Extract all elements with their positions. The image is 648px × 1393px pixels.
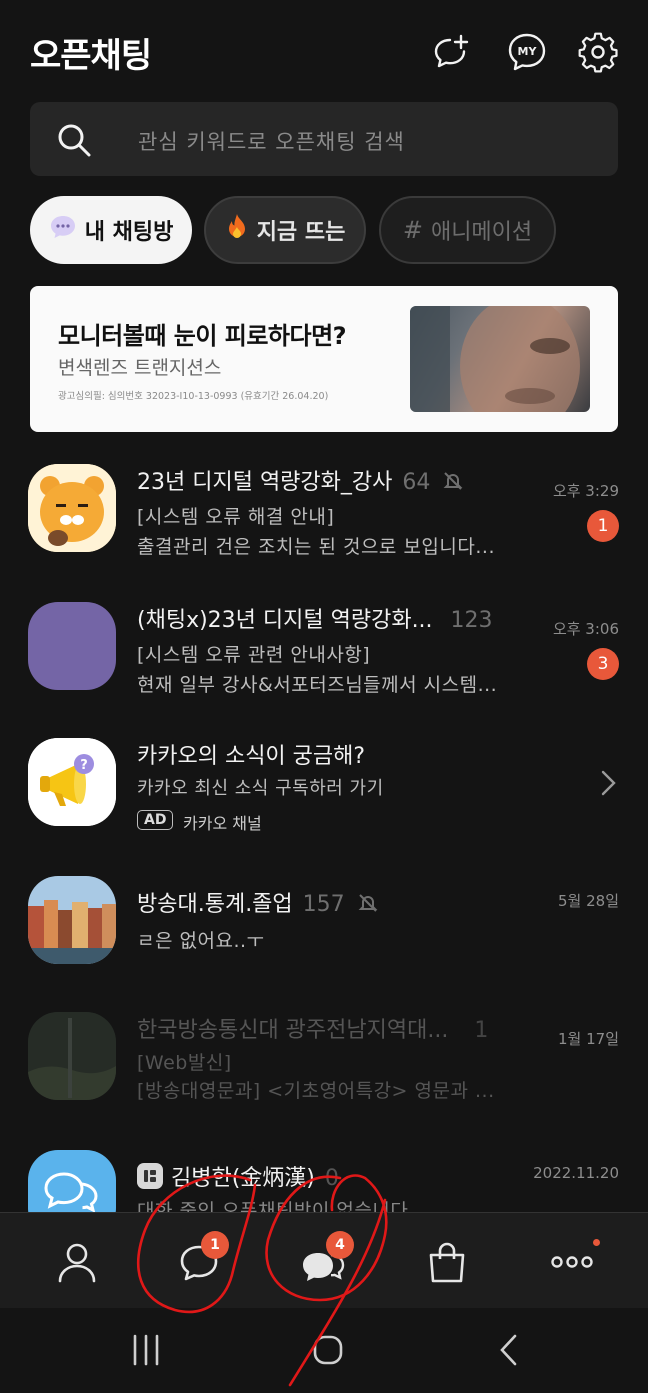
unread-badge: 1: [587, 510, 619, 542]
chat-preview-line1: [Web발신]: [137, 1052, 232, 1074]
gear-icon[interactable]: [576, 30, 620, 74]
chat-preview-line1: ㄹ은 없어요..ㅜ: [137, 930, 265, 952]
new-indicator-dot: [593, 1239, 600, 1246]
chip-label: 내 채팅방: [84, 220, 174, 245]
member-count: 123: [450, 608, 493, 633]
chat-preview-line2: 출결관리 건은 조치는 된 것으로 보입니다...: [137, 536, 495, 558]
header: 오픈채팅 MY: [0, 0, 648, 100]
chip-my-chatrooms[interactable]: 내 채팅방: [30, 196, 192, 264]
member-count: 157: [302, 892, 345, 917]
home-icon[interactable]: [308, 1330, 348, 1370]
megaphone-avatar: ?: [28, 738, 116, 826]
ad-banner[interactable]: 모니터볼때 눈이 피로하다면? 변색렌즈 트랜지션스 광고심의필: 심의번호 3…: [30, 286, 618, 432]
chat-preview-line1: [시스템 오류 관련 안내사항]: [137, 644, 371, 666]
member-count: 64: [402, 470, 431, 495]
chat-row[interactable]: 방송대.통계.졸업 157 ㄹ은 없어요..ㅜ 5월 28일: [0, 862, 648, 998]
chevron-right-icon: [601, 770, 616, 796]
person-icon[interactable]: [52, 1237, 102, 1287]
chat-time: 오후 3:29: [552, 482, 619, 500]
search-bar[interactable]: 관심 키워드로 오픈채팅 검색: [30, 102, 618, 176]
chat-row[interactable]: 한국방송통신대 광주전남지역대... 1 [Web발신] [방송대영문과] <기초…: [0, 998, 648, 1134]
ad-note: 광고심의필: 심의번호 32023-I10-13-0993 (유효기간 26.0…: [58, 391, 329, 402]
member-count: 1: [474, 1018, 489, 1043]
more-icon[interactable]: [547, 1237, 597, 1287]
search-icon: [58, 124, 91, 157]
mute-bell-icon: [443, 472, 463, 490]
add-chat-icon[interactable]: [430, 30, 474, 74]
chat-name: (채팅x)23년 디지털 역량강화... 123: [137, 602, 493, 634]
chat-bubbles-avatar: [28, 1150, 116, 1212]
chat-time: 2022.11.20: [533, 1164, 619, 1182]
hashtag-icon: #: [402, 216, 423, 244]
chat-title: 카카오의 소식이 궁금해?: [137, 744, 366, 769]
chat-preview-line1: [시스템 오류 해결 안내]: [137, 506, 335, 528]
mute-bell-icon: [358, 894, 378, 912]
speech-bubble-icon: [49, 214, 77, 246]
chat-unread-badge: 1: [201, 1231, 229, 1259]
chip-label: 지금 뜨는: [256, 220, 346, 245]
profile-icon: [137, 1163, 163, 1189]
chat-title: 김병한(金炳漢): [171, 1166, 315, 1191]
purple-avatar: [28, 602, 116, 690]
chat-title: 23년 디지털 역량강화_강사: [137, 470, 393, 495]
bottom-navigation: 1 4: [0, 1212, 648, 1308]
chip-animation[interactable]: # 애니메이션: [379, 196, 556, 264]
fire-icon: [225, 213, 249, 247]
chip-trending[interactable]: 지금 뜨는: [204, 196, 366, 264]
my-label: MY: [518, 45, 538, 58]
photo-avatar: [28, 1012, 116, 1100]
ad-tag: AD: [137, 810, 174, 830]
unread-badge: 3: [587, 648, 619, 680]
ad-image: [410, 306, 590, 412]
my-profile-icon[interactable]: MY: [505, 30, 549, 74]
chat-preview-line2: 현재 일부 강사&서포터즈님들께서 시스템...: [137, 674, 498, 696]
chat-name: 23년 디지털 역량강화_강사 64: [137, 464, 463, 496]
back-icon[interactable]: [490, 1330, 530, 1370]
chat-title: 한국방송통신대 광주전남지역대...: [137, 1018, 449, 1043]
kakao-channel-ad-row[interactable]: ? 카카오의 소식이 궁금해? 카카오 최신 소식 구독하러 가기 AD 카카오…: [0, 724, 648, 860]
chat-title: 방송대.통계.졸업: [137, 892, 293, 917]
search-placeholder: 관심 키워드로 오픈채팅 검색: [138, 130, 405, 154]
shopping-bag-icon[interactable]: [422, 1237, 472, 1287]
chat-preview-line1: 카카오 최신 소식 구독하러 가기: [137, 778, 384, 799]
openchat-unread-badge: 4: [326, 1231, 354, 1259]
ad-subtitle: 변색렌즈 트랜지션스: [58, 357, 222, 379]
system-navigation: [0, 1308, 648, 1393]
chat-row[interactable]: 23년 디지털 역량강화_강사 64 [시스템 오류 해결 안내] 출결관리 건은…: [0, 450, 648, 586]
chat-name: 김병한(金炳漢) 0: [137, 1160, 339, 1192]
recent-apps-icon[interactable]: [126, 1330, 166, 1370]
chat-name: 방송대.통계.졸업 157: [137, 886, 378, 918]
chat-title: (채팅x)23년 디지털 역량강화...: [137, 608, 433, 633]
chat-time: 5월 28일: [558, 892, 619, 910]
chat-time: 오후 3:06: [552, 620, 619, 638]
chat-preview-line1: 대화 중인 오픈채팅방이 없습니다: [137, 1200, 409, 1212]
ryan-avatar: [28, 464, 116, 552]
svg-text:?: ?: [80, 758, 88, 773]
chat-row[interactable]: 김병한(金炳漢) 0 대화 중인 오픈채팅방이 없습니다 2022.11.20: [0, 1136, 648, 1212]
city-photo-avatar: [28, 876, 116, 964]
member-count: 0: [324, 1166, 339, 1191]
chat-preview-line2: [방송대영문과] <기초영어특강> 영문과 ...: [137, 1080, 495, 1102]
chat-time: 1월 17일: [558, 1030, 619, 1048]
chat-row[interactable]: (채팅x)23년 디지털 역량강화... 123 [시스템 오류 관련 안내사항]…: [0, 588, 648, 724]
ad-channel: 카카오 채널: [183, 814, 262, 833]
chip-label: 애니메이션: [430, 220, 533, 245]
chat-name: 한국방송통신대 광주전남지역대... 1: [137, 1012, 488, 1044]
ad-title: 모니터볼때 눈이 피로하다면?: [58, 322, 347, 350]
page-title: 오픈채팅: [30, 36, 152, 76]
